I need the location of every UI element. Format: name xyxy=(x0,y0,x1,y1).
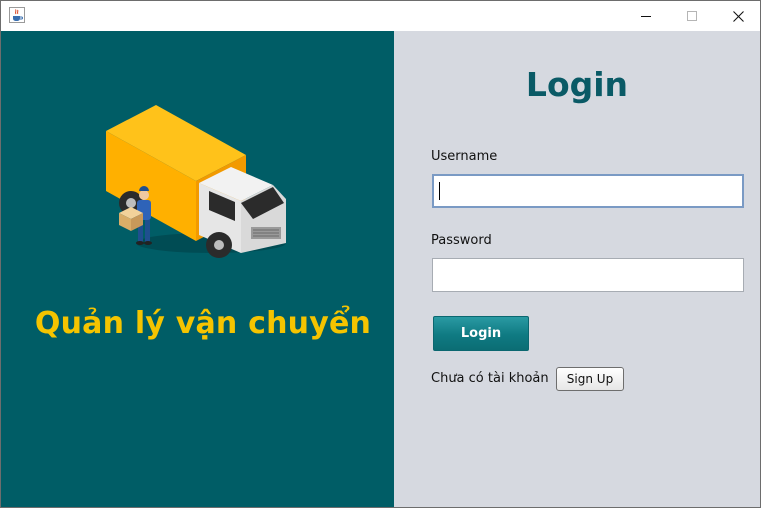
close-button[interactable] xyxy=(715,1,760,31)
close-icon xyxy=(732,10,744,22)
delivery-truck-illustration xyxy=(101,103,291,263)
password-field-box[interactable] xyxy=(432,258,744,292)
no-account-text: Chưa có tài khoản xyxy=(431,371,549,386)
minimize-icon xyxy=(641,16,651,17)
maximize-button[interactable] xyxy=(669,1,715,31)
title-bar[interactable] xyxy=(1,1,760,31)
signup-button[interactable]: Sign Up xyxy=(556,367,624,391)
password-label: Password xyxy=(431,233,492,248)
username-label: Username xyxy=(431,149,498,164)
text-caret xyxy=(439,182,440,200)
login-panel: Login Username Password Login Chưa có tà… xyxy=(394,31,760,507)
login-heading: Login xyxy=(525,65,629,104)
password-input[interactable] xyxy=(433,259,743,291)
app-title: Quản lý vận chuyển xyxy=(34,306,372,341)
branding-panel: Quản lý vận chuyển xyxy=(1,31,394,507)
app-window: Quản lý vận chuyển Login Username Passwo… xyxy=(0,0,761,508)
username-field-box[interactable] xyxy=(432,174,744,208)
minimize-button[interactable] xyxy=(623,1,669,31)
login-button[interactable]: Login xyxy=(433,316,529,351)
maximize-icon xyxy=(687,11,697,21)
java-cup-icon xyxy=(9,7,25,23)
username-input[interactable] xyxy=(434,176,742,206)
